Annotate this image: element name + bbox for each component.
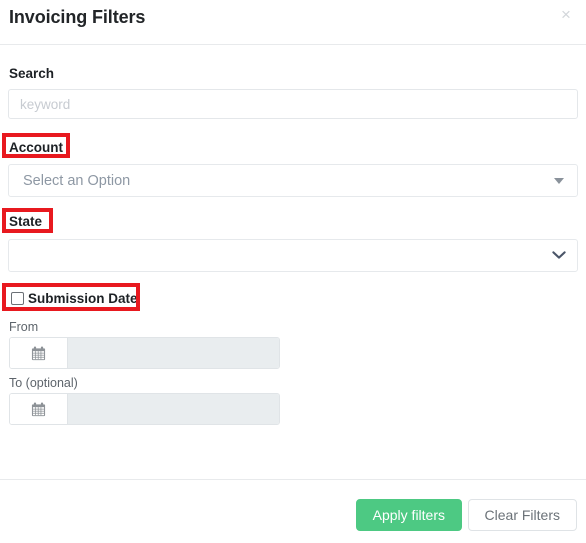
calendar-icon-from-button[interactable]: [10, 338, 68, 368]
calendar-icon-to-button[interactable]: [10, 394, 68, 424]
filters-form: Search Account Select an Option State Su…: [0, 45, 586, 479]
calendar-icon: [31, 346, 46, 360]
account-label: Account: [9, 140, 63, 155]
invoicing-filters-modal: Invoicing Filters × Search Account Selec…: [0, 0, 586, 543]
chevron-down-icon: [552, 247, 566, 265]
apply-filters-button[interactable]: Apply filters: [355, 499, 462, 531]
date-to-group: [9, 393, 280, 425]
calendar-icon: [31, 402, 46, 416]
state-label: State: [9, 214, 43, 229]
modal-footer: Apply filters Clear Filters: [0, 479, 586, 543]
clear-filters-button[interactable]: Clear Filters: [467, 499, 577, 531]
state-select[interactable]: [8, 239, 578, 272]
close-icon[interactable]: ×: [556, 4, 576, 24]
search-input[interactable]: [8, 89, 578, 119]
date-from-group: [9, 337, 280, 369]
submission-date-label: Submission Date: [28, 291, 138, 306]
triangle-down-icon: [554, 177, 564, 184]
date-from-input[interactable]: [68, 338, 279, 368]
submission-date-checkbox[interactable]: [11, 292, 24, 305]
account-select[interactable]: Select an Option: [8, 164, 578, 197]
search-label: Search: [9, 66, 55, 81]
account-select-value: Select an Option: [23, 172, 131, 189]
submission-date-checkbox-row[interactable]: Submission Date: [11, 291, 138, 306]
date-to-label: To (optional): [9, 376, 78, 390]
date-from-label: From: [9, 320, 39, 334]
modal-header: Invoicing Filters ×: [0, 0, 586, 45]
page-title: Invoicing Filters: [9, 7, 146, 27]
date-to-input[interactable]: [68, 394, 279, 424]
